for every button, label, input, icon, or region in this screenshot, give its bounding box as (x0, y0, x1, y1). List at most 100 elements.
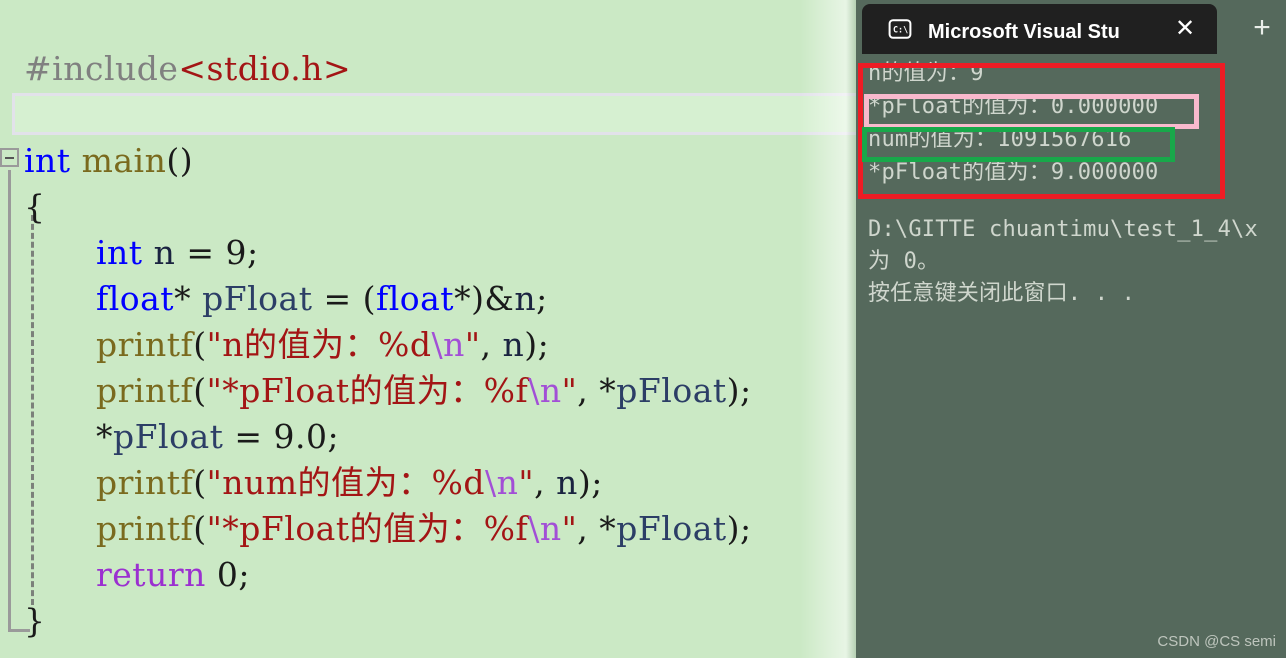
code-token: ( (193, 509, 207, 548)
console-tab-title: Microsoft Visual Studio 调试控制台 (928, 20, 1120, 43)
close-icon[interactable]: ✕ (1173, 17, 1197, 41)
code-token: * (96, 417, 113, 456)
code-token: <stdio.h> (178, 49, 352, 88)
watermark: CSDN @CS semi (1157, 633, 1276, 650)
code-line[interactable]: { (0, 184, 856, 230)
code-token: int (24, 141, 71, 180)
code-token: "n的值为：%d (206, 325, 432, 364)
code-token: n (153, 233, 176, 272)
code-token: } (24, 601, 46, 640)
code-token: , (577, 509, 600, 548)
code-token: printf (96, 463, 194, 502)
code-token: " (561, 509, 578, 548)
new-tab-icon[interactable]: + (1248, 13, 1276, 43)
code-token: int (96, 233, 143, 272)
code-token: "*pFloat的值为：%f (206, 509, 529, 548)
console-tab-strip[interactable]: C:\ Microsoft Visual Studio 调试控制台 ✕ + (856, 0, 1286, 54)
code-token: = (312, 279, 363, 318)
footer-line: D:\GITTE chuantimu\test_1_4\x (868, 217, 1258, 242)
code-token: "num的值为：%d (206, 463, 486, 502)
code-token: n (502, 325, 525, 364)
code-line[interactable]: printf("n的值为：%d\n", n); (0, 322, 856, 368)
output-line: n的值为：9 (868, 61, 984, 86)
code-token: " (518, 463, 535, 502)
code-token: #include (24, 49, 179, 88)
svg-text:C:\: C:\ (893, 25, 908, 35)
output-line: *pFloat的值为：9.000000 (868, 160, 1159, 185)
code-token: ); (577, 463, 603, 502)
code-token: )& (471, 279, 515, 318)
code-token: ); (726, 509, 752, 548)
code-token: 9.0 (273, 417, 328, 456)
code-token: ); (726, 371, 752, 410)
code-token: float (96, 279, 175, 318)
code-token: float (375, 279, 455, 318)
code-token: \n (528, 371, 562, 410)
screenshot-root: #include<stdio.h> int main(){int n = 9; fl… (0, 0, 1286, 658)
footer-line: 为 0。 (868, 249, 940, 274)
code-token: main (81, 141, 167, 180)
output-line: num的值为：1091567616 (868, 127, 1132, 152)
console-output: n的值为：9 *pFloat的值为：0.000000 num的值为：109156… (856, 54, 1286, 658)
code-token: * (599, 371, 617, 410)
code-token: n (556, 463, 578, 502)
code-token: () (166, 141, 194, 180)
code-token: pFloat (616, 509, 727, 548)
code-token: ; (536, 279, 548, 318)
code-editor-pane[interactable]: #include<stdio.h> int main(){int n = 9; fl… (0, 0, 856, 658)
code-token: * (174, 279, 192, 318)
code-token: ; (327, 417, 340, 456)
code-token: pFloat (113, 417, 224, 456)
code-token: \n (431, 325, 465, 364)
code-token: , (534, 463, 557, 502)
code-line[interactable]: #include<stdio.h> (0, 46, 856, 92)
code-token: pFloat (616, 371, 727, 410)
code-token: ); (524, 325, 550, 364)
code-token: ( (193, 325, 207, 364)
code-token: ; (238, 555, 250, 594)
code-token: ( (193, 463, 207, 502)
code-token: "*pFloat的值为：%f (206, 371, 529, 410)
code-token: { (24, 187, 46, 226)
code-token: * (599, 509, 617, 548)
code-line[interactable]: printf("*pFloat的值为：%f\n", *pFloat); (0, 506, 856, 552)
code-token: " (561, 371, 578, 410)
code-line[interactable] (0, 92, 856, 138)
code-token: = (175, 233, 226, 272)
code-token: ( (193, 371, 207, 410)
console-tab[interactable]: C:\ Microsoft Visual Studio 调试控制台 ✕ (862, 4, 1217, 54)
output-line: *pFloat的值为：0.000000 (868, 94, 1159, 119)
code-token: ( (362, 279, 376, 318)
code-token: pFloat (202, 279, 313, 318)
code-token: return (96, 555, 206, 594)
code-token: n (514, 279, 537, 318)
console-window[interactable]: C:\ Microsoft Visual Studio 调试控制台 ✕ + n的… (856, 0, 1286, 658)
code-token: * (454, 279, 472, 318)
code-line[interactable]: int main() (0, 138, 856, 184)
code-line[interactable]: float* pFloat = (float*)&n; (0, 276, 856, 322)
code-token: , (577, 371, 600, 410)
code-line[interactable]: } (0, 598, 856, 644)
code-line[interactable]: int n = 9; (0, 230, 856, 276)
code-line[interactable]: printf("num的值为：%d\n", n); (0, 460, 856, 506)
footer-line: 按任意键关闭此窗口. . . (868, 281, 1136, 306)
code-line[interactable]: printf("*pFloat的值为：%f\n", *pFloat); (0, 368, 856, 414)
code-line[interactable]: return 0; (0, 552, 856, 598)
code-token: 0 (216, 555, 239, 594)
code-token: \n (528, 509, 562, 548)
code-token: printf (96, 509, 194, 548)
code-line[interactable]: *pFloat = 9.0; (0, 414, 856, 460)
code-token: printf (96, 325, 194, 364)
code-token: ; (246, 233, 259, 272)
code-token: 9 (225, 233, 247, 272)
code-token: \n (485, 463, 519, 502)
code-token: printf (96, 371, 194, 410)
console-cmd-icon: C:\ (888, 19, 912, 39)
code-token: , (480, 325, 503, 364)
code-token: = (223, 417, 274, 456)
code-token: " (464, 325, 481, 364)
